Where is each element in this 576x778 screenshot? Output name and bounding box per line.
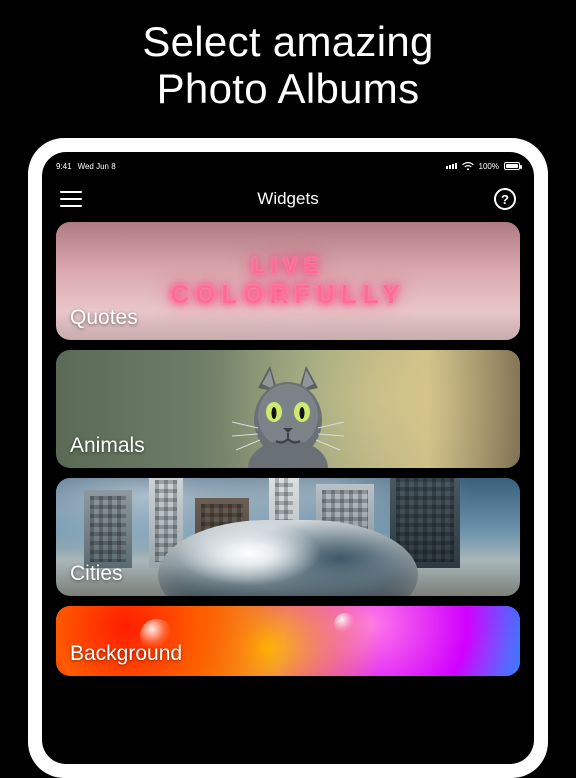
status-time: 9:41	[56, 162, 72, 171]
promo-line-1: Select amazing	[0, 18, 576, 65]
album-card-cities[interactable]: Cities	[56, 478, 520, 596]
wifi-icon	[462, 162, 474, 171]
status-date: Wed Jun 8	[78, 162, 116, 171]
album-label: Background	[70, 642, 182, 666]
page-title: Widgets	[257, 189, 318, 209]
help-icon: ?	[501, 192, 509, 207]
promo-line-2: Photo Albums	[0, 65, 576, 112]
album-card-background[interactable]: Background	[56, 606, 520, 676]
status-battery-pct: 100%	[479, 162, 499, 171]
album-list: LIVE COLORFULLY Quotes	[42, 222, 534, 676]
album-card-quotes[interactable]: LIVE COLORFULLY Quotes	[56, 222, 520, 340]
album-label: Animals	[70, 434, 145, 458]
status-bar: 9:41 Wed Jun 8 100%	[42, 158, 534, 174]
device-screen: 9:41 Wed Jun 8 100% Widgets ?	[42, 152, 534, 764]
promo-heading: Select amazing Photo Albums	[0, 0, 576, 112]
nav-bar: Widgets ?	[42, 174, 534, 222]
menu-icon[interactable]	[60, 191, 82, 207]
neon-line-2: COLORFULLY	[170, 279, 405, 310]
device-frame: 9:41 Wed Jun 8 100% Widgets ?	[28, 138, 548, 778]
album-card-animals[interactable]: Animals	[56, 350, 520, 468]
cat-illustration	[228, 358, 348, 468]
help-button[interactable]: ?	[494, 188, 516, 210]
signal-icon	[446, 163, 457, 169]
album-label: Cities	[70, 562, 123, 586]
cities-thumbnail	[56, 478, 520, 596]
album-label: Quotes	[70, 306, 138, 330]
battery-icon	[504, 162, 520, 170]
neon-line-1: LIVE	[252, 253, 325, 279]
